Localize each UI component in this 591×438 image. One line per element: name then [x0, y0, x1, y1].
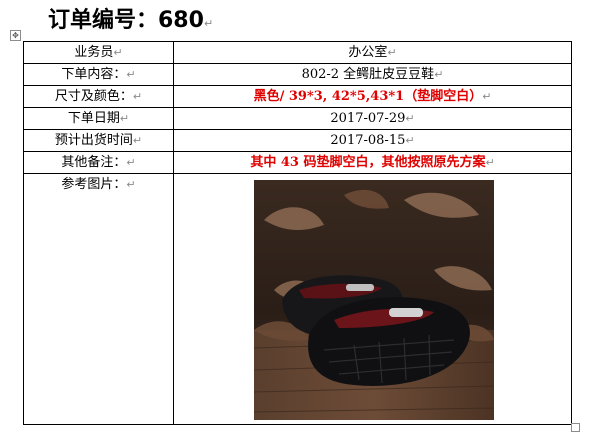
reference-image-cell[interactable]	[173, 173, 572, 425]
row-value: 黑色/ 39*3, 42*5,43*1（垫脚空白）	[253, 89, 483, 104]
row-label: 下单日期	[67, 111, 120, 126]
shoe-photo	[254, 180, 494, 420]
cell-end-mark: ↵	[119, 112, 130, 125]
row-value-cell[interactable]: 2017-08-15↵	[173, 129, 572, 152]
order-number-title: 订单编号：680↵	[48, 7, 213, 38]
cell-end-mark: ↵	[482, 90, 492, 103]
paragraph-mark: ↵	[203, 17, 214, 30]
row-value: 2017-07-29	[330, 111, 406, 126]
cell-end-mark: ↵	[126, 68, 136, 81]
cell-end-mark: ↵	[126, 156, 136, 169]
row-value: 办公室	[348, 45, 388, 60]
row-label: 业务员	[74, 45, 114, 60]
table-row: 下单内容：↵ 802-2 全鳄肚皮豆豆鞋↵	[23, 63, 572, 86]
order-table: 业务员↵ 办公室↵ 下单内容：↵ 802-2 全鳄肚皮豆豆鞋↵ 尺寸及颜色：↵ 黑色/ 3…	[23, 41, 572, 425]
row-value-cell[interactable]: 办公室↵	[173, 41, 572, 64]
cell-end-mark: ↵	[405, 112, 415, 125]
row-label-cell[interactable]: 预计出货时间↵	[23, 129, 174, 152]
order-number-text: 订单编号：680	[48, 8, 204, 33]
table-row: 业务员↵ 办公室↵	[23, 41, 572, 64]
row-value-cell[interactable]: 2017-07-29↵	[173, 107, 572, 130]
row-value: 其中 43 码垫脚空白，其他按照原先方案	[250, 155, 486, 170]
text-cursor	[571, 172, 572, 188]
row-value-cell[interactable]: 其中 43 码垫脚空白，其他按照原先方案↵	[173, 151, 572, 174]
row-label: 尺寸及颜色：	[54, 89, 133, 104]
row-label-cell[interactable]: 下单内容：↵	[23, 63, 174, 86]
table-row: 预计出货时间↵ 2017-08-15↵	[23, 129, 572, 152]
cell-end-mark: ↵	[132, 90, 143, 103]
cell-end-mark: ↵	[113, 46, 123, 59]
row-label-cell[interactable]: 下单日期↵	[23, 107, 174, 130]
row-label-cell[interactable]: 尺寸及颜色：↵	[23, 85, 174, 108]
cell-end-mark: ↵	[485, 156, 495, 169]
row-value: 802-2 全鳄肚皮豆豆鞋	[301, 67, 435, 82]
cell-end-mark: ↵	[126, 178, 136, 191]
row-label: 预计出货时间	[54, 133, 133, 148]
cell-end-mark: ↵	[132, 134, 143, 147]
row-value-cell[interactable]: 黑色/ 39*3, 42*5,43*1（垫脚空白）↵	[173, 85, 572, 108]
row-label: 其他备注：	[61, 155, 127, 170]
table-row: 下单日期↵ 2017-07-29↵	[23, 107, 572, 130]
table-row: 参考图片：↵	[23, 173, 572, 425]
cell-end-mark: ↵	[434, 68, 444, 81]
table-move-handle-icon[interactable]: ✥	[10, 30, 21, 41]
row-label: 下单内容：	[61, 67, 127, 82]
row-label-cell[interactable]: 参考图片：↵	[23, 173, 174, 425]
row-label-cell[interactable]: 其他备注：↵	[23, 151, 174, 174]
table-resize-handle[interactable]	[571, 423, 580, 432]
row-value: 2017-08-15	[330, 133, 406, 148]
shoe-photo-illustration	[254, 180, 494, 420]
cell-end-mark: ↵	[405, 134, 415, 147]
row-label: 参考图片：	[61, 177, 127, 192]
table-row: 尺寸及颜色：↵ 黑色/ 39*3, 42*5,43*1（垫脚空白）↵	[23, 85, 572, 108]
row-label-cell[interactable]: 业务员↵	[23, 41, 174, 64]
table-row: 其他备注：↵ 其中 43 码垫脚空白，其他按照原先方案↵	[23, 151, 572, 174]
row-value-cell[interactable]: 802-2 全鳄肚皮豆豆鞋↵	[173, 63, 572, 86]
cell-end-mark: ↵	[387, 46, 397, 59]
